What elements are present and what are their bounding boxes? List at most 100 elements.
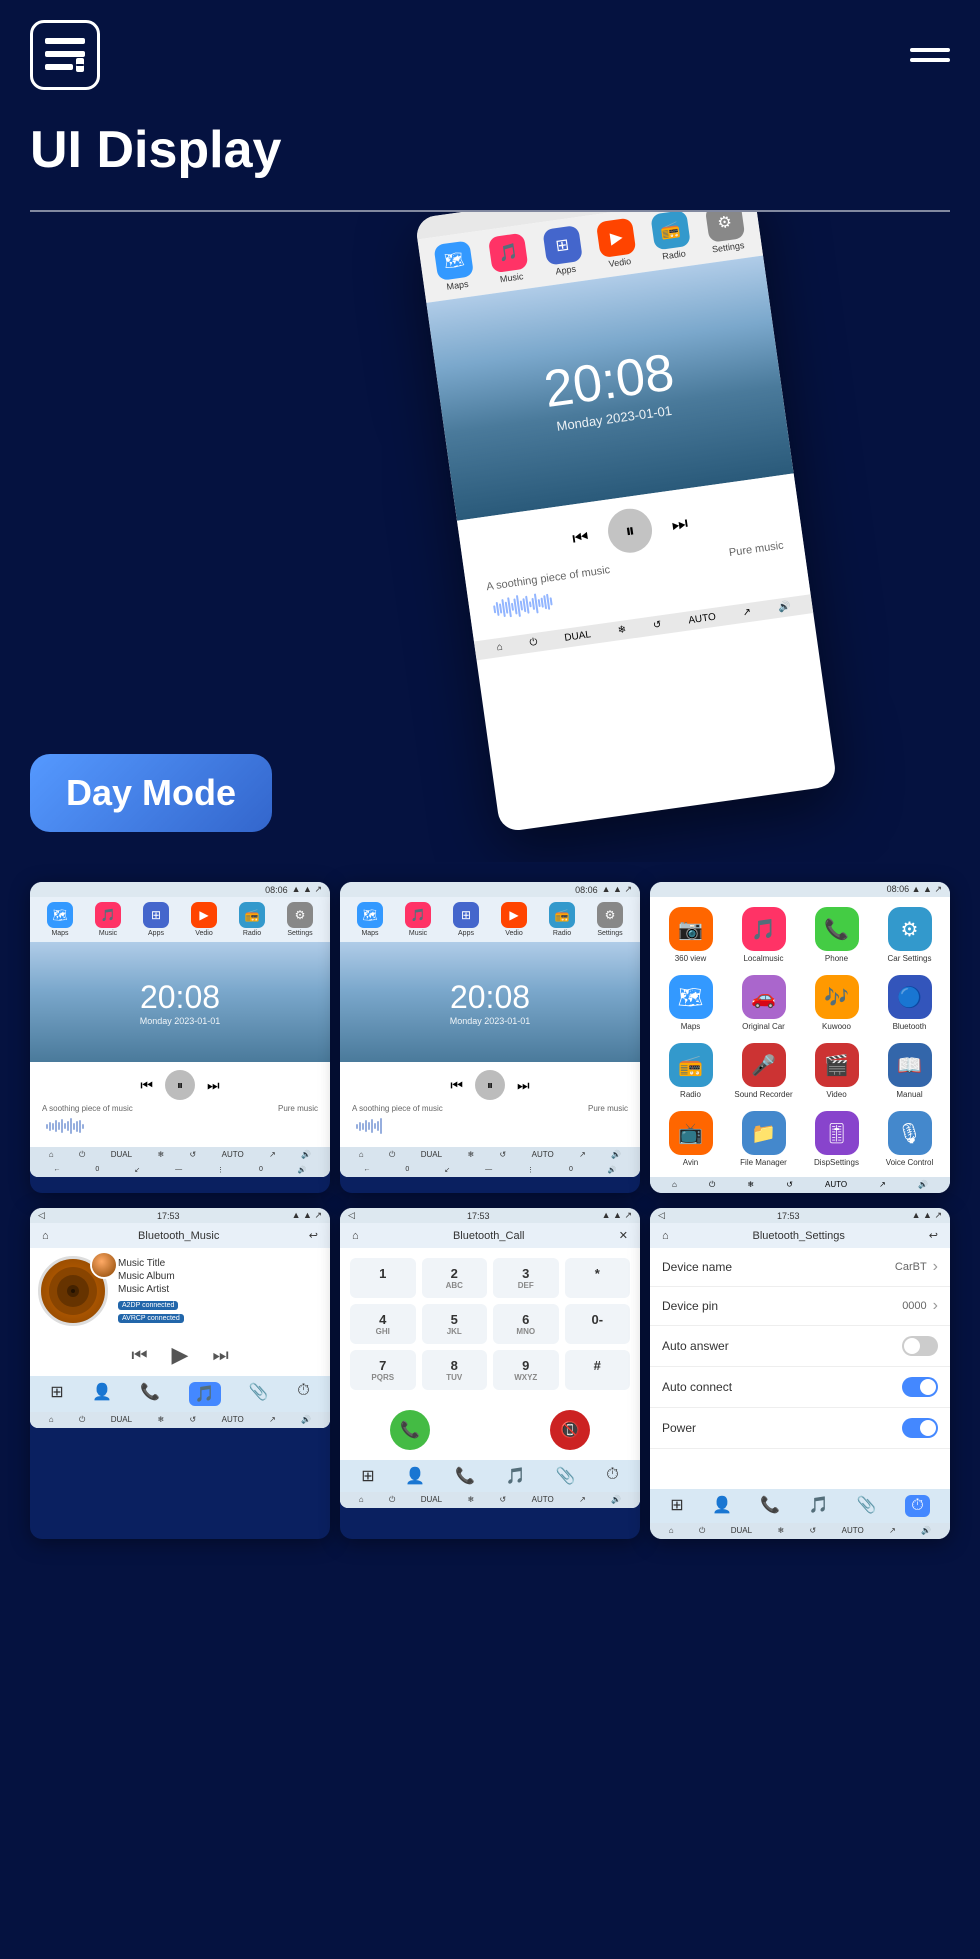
app-settings[interactable]: ⚙ Settings	[704, 212, 746, 255]
key-6[interactable]: 6MNO	[493, 1304, 559, 1344]
home-icon-settings[interactable]: ⌂	[662, 1230, 669, 1242]
bt-next[interactable]: ⏭	[212, 1345, 228, 1366]
key-5[interactable]: 5JKL	[422, 1304, 488, 1344]
app-video[interactable]: 🎬 Video	[806, 1043, 867, 1099]
mini-music-label-2: A soothing piece of music	[352, 1104, 443, 1113]
key-9[interactable]: 9WXYZ	[493, 1350, 559, 1390]
music-artist: Music Artist	[118, 1284, 187, 1295]
mini-pause-2[interactable]: ⏸	[475, 1070, 505, 1100]
mini-music-1: ⏮ ⏸ ⏭ A soothing piece of music Pure mus…	[30, 1062, 330, 1147]
key-2[interactable]: 2ABC	[422, 1258, 488, 1298]
app-carsettings[interactable]: ⚙ Car Settings	[879, 907, 940, 963]
setting-power: Power	[650, 1408, 950, 1449]
mini-music-label-1: A soothing piece of music	[42, 1104, 133, 1113]
app-localmusic[interactable]: 🎵 Localmusic	[733, 907, 794, 963]
mini-appbar-2: 🗺 Maps 🎵 Music ⊞ Apps ▶ Vedio	[340, 897, 640, 942]
app-360view[interactable]: 📷 360 view	[660, 907, 721, 963]
mini-bottom-2a: ← 0 ↙ — ⋮ 0 🔊	[30, 1163, 330, 1177]
mini-bottom-2b: ← 0 ↙ — ⋮ 0 🔊	[340, 1163, 640, 1177]
app-phone[interactable]: 📞 Phone	[806, 907, 867, 963]
app-originalcar[interactable]: 🚗 Original Car	[733, 975, 794, 1031]
key-hash[interactable]: #	[565, 1350, 631, 1390]
mini-phone-1: 08:06 ▲ ▲ ↗ 🗺 Maps 🎵 Music ⊞ Apps	[30, 882, 330, 1177]
bt-music-player: Music Title Music Album Music Artist A2D…	[30, 1248, 330, 1334]
bt-music-time: 17:53	[157, 1211, 180, 1221]
device-pin-chevron[interactable]: ›	[933, 1297, 938, 1315]
grid-section: 08:06 ▲ ▲ ↗ 🗺 Maps 🎵 Music ⊞ Apps	[0, 862, 980, 1559]
mini-app-music-2[interactable]: 🎵 Music	[405, 902, 431, 937]
mini-app-settings-1[interactable]: ⚙ Settings	[287, 902, 313, 937]
bt-settings-title: Bluetooth_Settings	[753, 1230, 845, 1242]
bt-music-back[interactable]: ↩	[309, 1229, 318, 1242]
power-toggle[interactable]	[902, 1418, 938, 1438]
app-dispsettings[interactable]: 🎚 DispSettings	[806, 1111, 867, 1167]
mini-pause-1[interactable]: ⏸	[165, 1070, 195, 1100]
page-title: UI Display	[30, 120, 950, 180]
key-8[interactable]: 8TUV	[422, 1350, 488, 1390]
app-music[interactable]: 🎵 Music	[488, 233, 530, 286]
auto-answer-toggle[interactable]	[902, 1336, 938, 1356]
mini-app-maps-1[interactable]: 🗺 Maps	[47, 902, 73, 937]
key-0[interactable]: 0-	[565, 1304, 631, 1344]
bt-music-status-left[interactable]: ◁	[38, 1210, 45, 1221]
hamburger-menu[interactable]	[910, 48, 950, 62]
mini-prev-2[interactable]: ⏮	[450, 1077, 463, 1094]
home-icon-bt[interactable]: ⌂	[42, 1230, 49, 1242]
grid-cell-bt-settings: ◁ 17:53 ▲ ▲ ↗ ⌂ Bluetooth_Settings ↩ Dev…	[650, 1208, 950, 1539]
app-voicecontrol[interactable]: 🎙 Voice Control	[879, 1111, 940, 1167]
bt-music-title: Bluetooth_Music	[138, 1230, 219, 1242]
app-soundrecorder[interactable]: 🎤 Sound Recorder	[733, 1043, 794, 1099]
bt-call-close[interactable]: ✕	[619, 1229, 628, 1242]
bt-settings-back-btn[interactable]: ↩	[929, 1229, 938, 1242]
mini-next-2[interactable]: ⏭	[517, 1077, 530, 1094]
call-button[interactable]: 📞	[390, 1410, 430, 1450]
bt-settings-header: ⌂ Bluetooth_Settings ↩	[650, 1223, 950, 1248]
bt-music-status: ◁ 17:53 ▲ ▲ ↗	[30, 1208, 330, 1223]
key-7[interactable]: 7PQRS	[350, 1350, 416, 1390]
mini-app-apps-2[interactable]: ⊞ Apps	[453, 902, 479, 937]
next-icon[interactable]: ⏭	[670, 512, 689, 535]
device-name-chevron[interactable]: ›	[933, 1258, 938, 1276]
mini-app-music-1[interactable]: 🎵 Music	[95, 902, 121, 937]
end-button[interactable]: 📵	[550, 1410, 590, 1450]
mini-app-settings-2[interactable]: ⚙ Settings	[597, 902, 623, 937]
mini-app-vedio-1[interactable]: ▶ Vedio	[191, 902, 217, 937]
a2dp-badge: A2DP connected	[118, 1301, 178, 1310]
app-maps[interactable]: 🗺 Maps	[434, 240, 476, 293]
mini-app-radio-2[interactable]: 📻 Radio	[549, 902, 575, 937]
auto-connect-toggle[interactable]	[902, 1377, 938, 1397]
bt-settings-back[interactable]: ◁	[658, 1210, 665, 1221]
music-album: Music Album	[118, 1271, 187, 1282]
grid-row-1: 08:06 ▲ ▲ ↗ 🗺 Maps 🎵 Music ⊞ Apps	[15, 882, 965, 1193]
app-manual[interactable]: 📖 Manual	[879, 1043, 940, 1099]
key-1[interactable]: 1	[350, 1258, 416, 1298]
bt-call-back[interactable]: ◁	[348, 1210, 355, 1221]
prev-icon[interactable]: ⏮	[571, 526, 590, 549]
key-star[interactable]: *	[565, 1258, 631, 1298]
bt-music-header: ⌂ Bluetooth_Music ↩	[30, 1223, 330, 1248]
app-bluetooth-grid[interactable]: 🔵 Bluetooth	[879, 975, 940, 1031]
app-radio-grid[interactable]: 📻 Radio	[660, 1043, 721, 1099]
bt-play[interactable]: ▶	[172, 1342, 189, 1368]
key-4[interactable]: 4GHI	[350, 1304, 416, 1344]
mini-prev-1[interactable]: ⏮	[140, 1077, 153, 1094]
home-icon-call[interactable]: ⌂	[352, 1230, 359, 1242]
mini-app-apps-1[interactable]: ⊞ Apps	[143, 902, 169, 937]
hero-section: 08:06 ▲ ▲ ↗ 🗺 Maps 🎵 Music ⊞ Apps ▶ Vedi…	[0, 212, 980, 862]
pause-button[interactable]: ⏸	[605, 506, 655, 556]
app-apps[interactable]: ⊞ Apps	[542, 225, 584, 278]
mini-next-1[interactable]: ⏭	[207, 1077, 220, 1094]
app-filemanager[interactable]: 📁 File Manager	[733, 1111, 794, 1167]
app-radio[interactable]: 📻 Radio	[650, 212, 692, 262]
mini-app-vedio-2[interactable]: ▶ Vedio	[501, 902, 527, 937]
bt-prev[interactable]: ⏮	[131, 1345, 147, 1366]
app-maps-grid[interactable]: 🗺 Maps	[660, 975, 721, 1031]
app-avin[interactable]: 📺 Avin	[660, 1111, 721, 1167]
mini-wallpaper-1: 20:08 Monday 2023-01-01	[30, 942, 330, 1062]
app-vedio[interactable]: ▶ Vedio	[596, 217, 638, 270]
device-name-value: CarBT	[895, 1261, 927, 1273]
mini-app-radio-1[interactable]: 📻 Radio	[239, 902, 265, 937]
key-3[interactable]: 3DEF	[493, 1258, 559, 1298]
app-kuwooo[interactable]: 🎶 Kuwooo	[806, 975, 867, 1031]
mini-app-maps-2[interactable]: 🗺 Maps	[357, 902, 383, 937]
